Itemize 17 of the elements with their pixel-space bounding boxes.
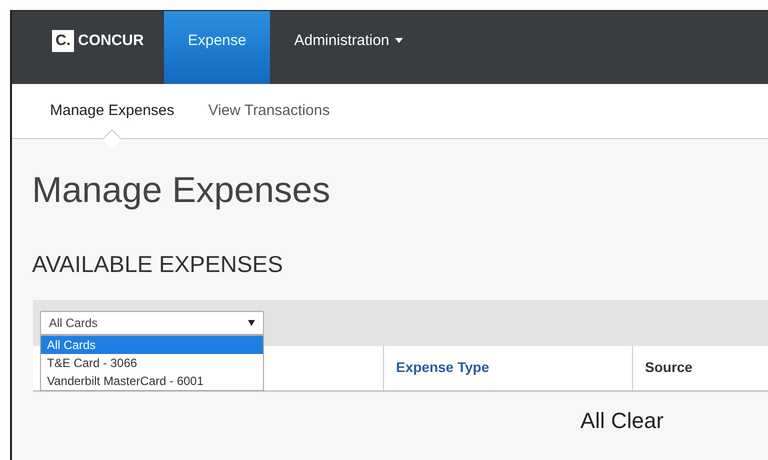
dropdown-option[interactable]: Vanderbilt MasterCard - 6001: [41, 372, 263, 390]
logo-icon: C.: [52, 30, 74, 52]
nav-tab[interactable]: Expense: [164, 11, 270, 84]
column-header[interactable]: Expense Type: [383, 346, 632, 390]
section-title: AVAILABLE EXPENSES: [32, 250, 284, 279]
caret-icon: [248, 320, 255, 326]
dropdown-option[interactable]: T&E Card - 3066: [41, 354, 263, 372]
subnav-tab[interactable]: Manage Expenses: [40, 84, 184, 146]
page-title: Manage Expenses: [32, 168, 332, 212]
subnav-tab[interactable]: View Transactions: [198, 84, 340, 146]
nav-tab[interactable]: Administration: [270, 11, 428, 84]
dropdown-option[interactable]: All Cards: [41, 336, 263, 354]
logo-text: CONCUR: [78, 30, 144, 51]
empty-message: All Clear: [579, 406, 665, 434]
card-select[interactable]: All Cards: [40, 310, 264, 334]
logo[interactable]: C. CONCUR: [52, 16, 144, 66]
column-header: Source: [632, 346, 752, 390]
